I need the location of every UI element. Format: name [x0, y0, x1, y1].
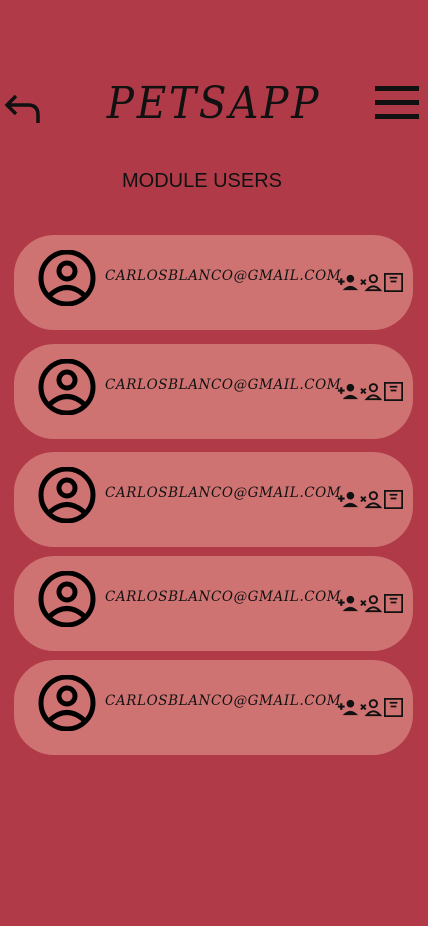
user-card: CARLOSBLANCO@GMAIL.COM — [14, 344, 413, 439]
add-user-button[interactable] — [336, 488, 359, 511]
user-details-button[interactable] — [382, 488, 405, 511]
user-email: CARLOSBLANCO@GMAIL.COM — [105, 693, 342, 709]
user-actions — [336, 488, 405, 511]
remove-user-button[interactable] — [359, 592, 383, 615]
user-actions — [336, 696, 405, 719]
document-box-icon — [384, 273, 403, 292]
person-add-icon — [337, 699, 359, 716]
user-email: CARLOSBLANCO@GMAIL.COM — [105, 485, 342, 501]
document-box-icon — [384, 698, 403, 717]
account-circle-icon — [38, 250, 96, 306]
user-card: CARLOSBLANCO@GMAIL.COM — [14, 235, 413, 330]
hamburger-menu-icon — [375, 86, 419, 119]
user-card: CARLOSBLANCO@GMAIL.COM — [14, 660, 413, 755]
back-button[interactable] — [4, 90, 42, 128]
user-card: CARLOSBLANCO@GMAIL.COM — [14, 452, 413, 547]
account-circle-icon — [38, 467, 96, 523]
app-title: PETSAPP — [106, 78, 322, 129]
person-remove-icon — [360, 491, 383, 509]
person-add-icon — [337, 491, 359, 508]
user-details-button[interactable] — [382, 271, 405, 294]
menu-button[interactable] — [374, 84, 420, 122]
app-header: PETSAPP — [0, 0, 428, 150]
person-add-icon — [337, 274, 359, 291]
user-card: CARLOSBLANCO@GMAIL.COM — [14, 556, 413, 651]
document-box-icon — [384, 594, 403, 613]
page-title: MODULE USERS — [121, 170, 283, 192]
account-circle-icon — [38, 359, 96, 415]
remove-user-button[interactable] — [359, 488, 383, 511]
user-details-button[interactable] — [382, 380, 405, 403]
user-details-button[interactable] — [382, 592, 405, 615]
user-email: CARLOSBLANCO@GMAIL.COM — [105, 589, 342, 605]
add-user-button[interactable] — [336, 592, 359, 615]
undo-arrow-icon — [4, 94, 40, 123]
user-details-button[interactable] — [382, 696, 405, 719]
add-user-button[interactable] — [336, 696, 359, 719]
person-remove-icon — [360, 699, 383, 717]
person-add-icon — [337, 595, 359, 612]
user-email: CARLOSBLANCO@GMAIL.COM — [105, 268, 342, 284]
document-box-icon — [384, 490, 403, 509]
remove-user-button[interactable] — [359, 380, 383, 403]
document-box-icon — [384, 382, 403, 401]
person-add-icon — [337, 383, 359, 400]
remove-user-button[interactable] — [359, 696, 383, 719]
user-list: CARLOSBLANCO@GMAIL.COM CARLOSBLANCO@GMAI… — [14, 235, 414, 764]
person-remove-icon — [360, 383, 383, 401]
add-user-button[interactable] — [336, 380, 359, 403]
user-actions — [336, 271, 405, 294]
account-circle-icon — [38, 675, 96, 731]
add-user-button[interactable] — [336, 271, 359, 294]
user-email: CARLOSBLANCO@GMAIL.COM — [105, 377, 342, 393]
user-actions — [336, 380, 405, 403]
person-remove-icon — [360, 595, 383, 613]
account-circle-icon — [38, 571, 96, 627]
user-actions — [336, 592, 405, 615]
person-remove-icon — [360, 274, 383, 292]
remove-user-button[interactable] — [359, 271, 383, 294]
